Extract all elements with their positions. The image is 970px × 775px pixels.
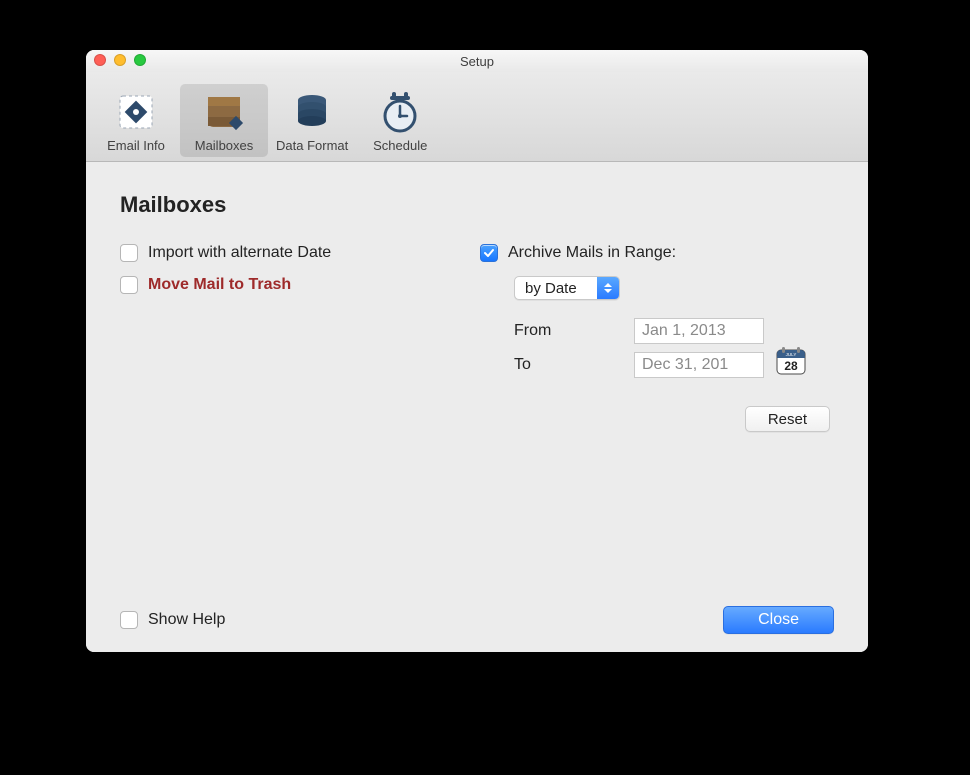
toolbar-item-label: Data Format (276, 138, 348, 153)
zoom-window-button[interactable] (134, 54, 146, 66)
content-area: Mailboxes Import with alternate Date Mov… (86, 162, 868, 652)
import-alternate-date-label: Import with alternate Date (148, 244, 331, 262)
import-alternate-date-checkbox[interactable] (120, 244, 138, 262)
email-info-icon (114, 90, 158, 134)
select-stepper-icon (597, 277, 619, 299)
to-date-input[interactable]: Dec 31, 201 (634, 352, 764, 378)
minimize-window-button[interactable] (114, 54, 126, 66)
move-mail-to-trash-row: Move Mail to Trash (120, 276, 450, 294)
archive-range-checkbox[interactable] (480, 244, 498, 262)
left-column: Import with alternate Date Move Mail to … (120, 244, 450, 432)
toolbar-item-label: Email Info (107, 138, 165, 153)
import-alternate-date-row: Import with alternate Date (120, 244, 450, 262)
from-label: From (514, 322, 634, 340)
to-label: To (514, 356, 634, 374)
archive-range-label: Archive Mails in Range: (508, 244, 676, 262)
calendar-picker-button[interactable]: JULY 28 (774, 344, 808, 381)
show-help-row: Show Help (120, 611, 225, 629)
move-mail-to-trash-label: Move Mail to Trash (148, 276, 291, 294)
window-controls (94, 54, 146, 66)
toolbar: Email Info Mailboxes (86, 72, 868, 162)
show-help-label: Show Help (148, 611, 225, 629)
calendar-icon: JULY 28 (774, 344, 808, 378)
toolbar-item-email-info[interactable]: Email Info (92, 84, 180, 157)
toolbar-item-mailboxes[interactable]: Mailboxes (180, 84, 268, 157)
close-button[interactable]: Close (723, 606, 834, 634)
toolbar-item-data-format[interactable]: Data Format (268, 84, 356, 157)
svg-text:JULY: JULY (786, 352, 797, 357)
from-date-input[interactable]: Jan 1, 2013 (634, 318, 764, 344)
toolbar-item-label: Mailboxes (195, 138, 254, 153)
data-format-icon (290, 90, 334, 134)
schedule-icon (378, 90, 422, 134)
from-row: From Jan 1, 2013 (514, 318, 834, 344)
archive-range-row: Archive Mails in Range: (480, 244, 834, 262)
footer: Show Help Close (120, 606, 834, 634)
reset-button[interactable]: Reset (745, 406, 830, 432)
svg-text:28: 28 (784, 359, 798, 373)
page-title: Mailboxes (120, 192, 834, 218)
range-mode-value: by Date (515, 277, 597, 299)
right-column: Archive Mails in Range: by Date From Ja (480, 244, 834, 432)
titlebar: Setup (86, 50, 868, 72)
move-mail-to-trash-checkbox[interactable] (120, 276, 138, 294)
setup-window: Setup Email Info (86, 50, 868, 652)
close-window-button[interactable] (94, 54, 106, 66)
toolbar-item-label: Schedule (373, 138, 427, 153)
mailbox-icon (202, 90, 246, 134)
show-help-checkbox[interactable] (120, 611, 138, 629)
toolbar-item-schedule[interactable]: Schedule (356, 84, 444, 157)
range-mode-select[interactable]: by Date (514, 276, 620, 300)
window-title: Setup (460, 54, 494, 69)
